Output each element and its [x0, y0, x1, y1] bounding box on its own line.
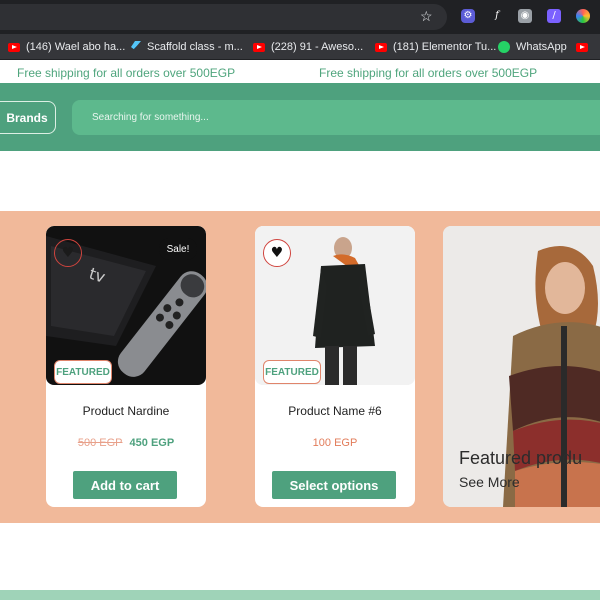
sale-price: 450 EGP	[129, 437, 175, 449]
price: 100 EGP	[312, 437, 358, 449]
slash-extension-icon[interactable]: /	[547, 9, 561, 23]
address-bar[interactable]	[0, 4, 447, 30]
product-price: 500 EGP 450 EGP	[46, 437, 206, 449]
whatsapp-icon	[498, 41, 510, 53]
brands-button[interactable]: Brands	[0, 101, 56, 134]
bookmark-label: WhatsApp	[516, 41, 567, 53]
bookmark-star-icon[interactable]: ☆	[420, 8, 433, 25]
footer-strip	[0, 590, 600, 600]
select-options-button[interactable]: Select options	[272, 471, 396, 499]
color-extension-icon[interactable]	[576, 9, 590, 23]
old-price: 500 EGP	[77, 437, 123, 449]
font-extension-icon[interactable]: f	[490, 9, 504, 23]
product-name[interactable]: Product Name #6	[255, 404, 415, 418]
bookmark-label: (181) Elementor Tu...	[393, 41, 497, 53]
bookmark-item[interactable]: (228) 91 - Aweso...	[253, 40, 363, 54]
bookmark-label: (146) Wael abo ha...	[26, 41, 126, 53]
bookmark-item[interactable]	[576, 40, 588, 54]
bookmark-item[interactable]: WhatsApp	[498, 40, 567, 54]
featured-promo-card[interactable]: Featured produ See More	[443, 226, 600, 507]
featured-badge: FEATURED	[54, 360, 112, 384]
bookmark-label: Scaffold class - m...	[147, 41, 243, 53]
bookmark-item[interactable]: Scaffold class - m...	[131, 40, 243, 54]
camera-extension-icon[interactable]: ◉	[518, 9, 532, 23]
wishlist-heart-icon[interactable]: ♥	[54, 239, 82, 267]
add-to-cart-button[interactable]: Add to cart	[73, 471, 177, 499]
gear-extension-icon[interactable]: ⚙	[461, 9, 475, 23]
bookmarks-bar: (146) Wael abo ha... Scaffold class - m.…	[0, 34, 600, 60]
youtube-icon	[375, 42, 387, 52]
product-image[interactable]: ♥ FEATURED	[255, 226, 415, 385]
product-price: 100 EGP	[255, 437, 415, 449]
search-input[interactable]: Searching for something...	[72, 100, 600, 135]
product-card[interactable]: tv ♥ Sale! FEATURED Product Nardine 500 …	[46, 226, 206, 507]
product-name[interactable]: Product Nardine	[46, 404, 206, 418]
featured-badge: FEATURED	[263, 360, 321, 384]
see-more-link[interactable]: See More	[459, 474, 520, 490]
promo-title: Featured produ	[459, 448, 583, 468]
announcement-bar: Free shipping for all orders over 500EGP…	[0, 61, 600, 83]
sale-badge: Sale!	[159, 238, 197, 260]
bookmark-item[interactable]: (146) Wael abo ha...	[8, 40, 125, 54]
youtube-icon	[8, 42, 20, 52]
product-card[interactable]: ♥ FEATURED Product Name #6 100 EGP Selec…	[255, 226, 415, 507]
youtube-icon	[253, 42, 265, 52]
announcement-text: Free shipping for all orders over 500EGP	[319, 66, 538, 80]
site-header: Brands Searching for something...	[0, 83, 600, 151]
youtube-icon	[576, 42, 588, 52]
bookmark-item[interactable]: (181) Elementor Tu...	[375, 40, 496, 54]
wishlist-heart-icon[interactable]: ♥	[263, 239, 291, 267]
flutter-icon	[131, 41, 141, 50]
announcement-text: Free shipping for all orders over 500EGP	[17, 66, 236, 80]
browser-toolbar: ☆ ⚙ f ◉ /	[0, 0, 600, 34]
bookmark-label: (228) 91 - Aweso...	[271, 41, 364, 53]
product-image[interactable]: tv ♥ Sale! FEATURED	[46, 226, 206, 385]
